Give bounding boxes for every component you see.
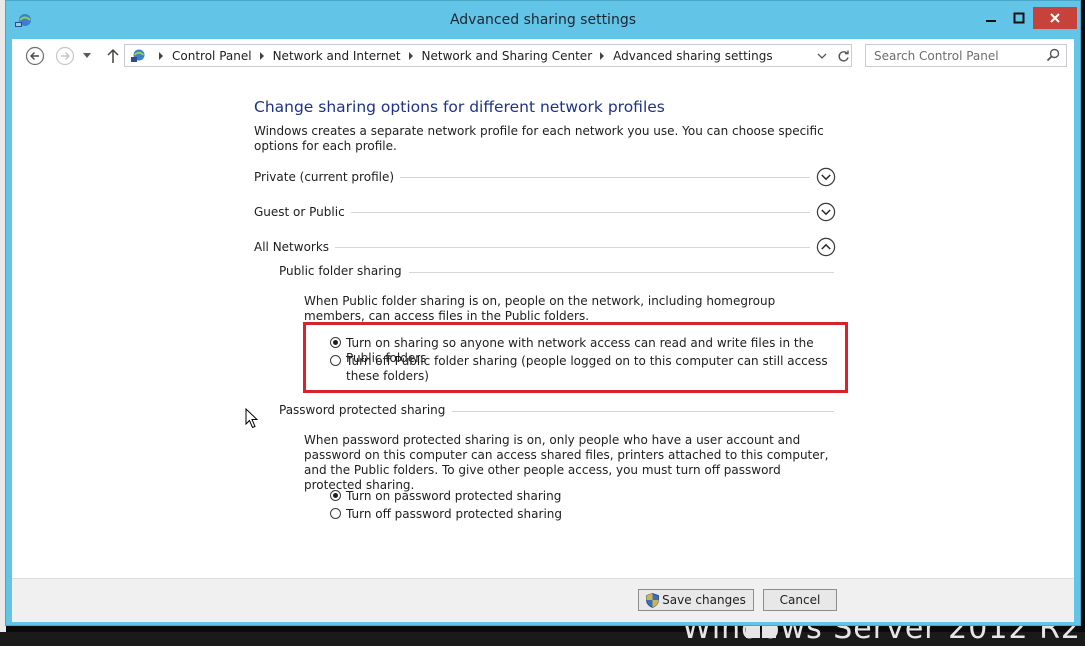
- up-button[interactable]: [102, 45, 124, 67]
- profile-section-guest-public[interactable]: Guest or Public: [254, 202, 836, 224]
- public-folder-sharing-description: When Public folder sharing is on, people…: [304, 294, 776, 323]
- minimize-button[interactable]: [978, 7, 1004, 29]
- recent-locations-button[interactable]: [80, 45, 94, 67]
- footer-bar: Save changes Cancel: [12, 578, 1074, 622]
- breadcrumb: Control Panel Network and Internet Netwo…: [151, 45, 773, 66]
- chevron-down-icon: [83, 53, 91, 58]
- password-sharing-on-option[interactable]: Turn on password protected sharing: [330, 489, 840, 504]
- password-sharing-on-label[interactable]: Turn on password protected sharing: [346, 489, 561, 504]
- refresh-button[interactable]: [835, 48, 851, 64]
- chevron-down-icon: [817, 53, 827, 59]
- page-title: Change sharing options for different net…: [254, 98, 665, 116]
- cancel-label: Cancel: [779, 593, 821, 607]
- profile-section-all-networks[interactable]: All Networks: [254, 237, 836, 259]
- password-sharing-on-radio[interactable]: [330, 490, 341, 501]
- window-title: Advanced sharing settings: [449, 12, 637, 28]
- section-divider: [254, 247, 810, 248]
- minimize-icon: [986, 20, 996, 22]
- maximize-button[interactable]: [1006, 7, 1032, 29]
- breadcrumb-control-panel[interactable]: Control Panel: [172, 49, 252, 63]
- close-icon: [1050, 13, 1060, 23]
- breadcrumb-separator-icon[interactable]: [259, 51, 264, 60]
- navigation-bar: Control Panel Network and Internet Netwo…: [12, 39, 1074, 74]
- expand-chevron-down-icon[interactable]: [816, 202, 836, 222]
- breadcrumb-separator-icon[interactable]: [408, 51, 413, 60]
- collapse-chevron-up-icon[interactable]: [816, 237, 836, 257]
- breadcrumb-separator-icon[interactable]: [159, 51, 163, 60]
- password-sharing-off-option[interactable]: Turn off password protected sharing: [330, 507, 840, 522]
- uac-shield-icon: [646, 592, 660, 608]
- annotation-highlight-box: [303, 322, 848, 393]
- cancel-button[interactable]: Cancel: [763, 589, 837, 611]
- title-bar[interactable]: Advanced sharing settings: [6, 1, 1080, 39]
- breadcrumb-network-and-sharing-center[interactable]: Network and Sharing Center: [422, 49, 593, 63]
- mouse-pointer-icon: [245, 408, 259, 429]
- breadcrumb-advanced-sharing-settings[interactable]: Advanced sharing settings: [613, 49, 772, 63]
- search-box[interactable]: [865, 44, 1067, 67]
- profile-label-all-networks: All Networks: [254, 240, 336, 254]
- save-changes-button[interactable]: Save changes: [638, 589, 754, 611]
- password-sharing-off-radio[interactable]: [330, 508, 341, 519]
- password-protected-sharing-title: Password protected sharing: [279, 403, 453, 417]
- password-sharing-off-label[interactable]: Turn off password protected sharing: [346, 507, 562, 522]
- close-button[interactable]: [1033, 7, 1077, 29]
- profile-section-private[interactable]: Private (current profile): [254, 167, 836, 189]
- address-dropdown-button[interactable]: [815, 48, 829, 64]
- public-folder-sharing-header: Public folder sharing: [279, 264, 834, 280]
- expand-chevron-down-icon[interactable]: [816, 167, 836, 187]
- public-folder-sharing-title: Public folder sharing: [279, 264, 409, 278]
- control-panel-icon: [131, 49, 145, 62]
- refresh-icon: [837, 50, 849, 61]
- search-icon[interactable]: [1046, 48, 1060, 62]
- back-arrow-icon: [25, 46, 45, 66]
- password-protected-sharing-description: When password protected sharing is on, o…: [304, 433, 829, 492]
- profile-label-guest-public: Guest or Public: [254, 205, 351, 219]
- password-protected-sharing-header: Password protected sharing: [279, 403, 834, 419]
- control-panel-window: Advanced sharing settings Control Panel …: [5, 0, 1081, 626]
- address-bar[interactable]: Control Panel Network and Internet Netwo…: [124, 44, 852, 67]
- maximize-icon: [1013, 12, 1025, 24]
- up-arrow-icon: [107, 48, 119, 63]
- page-description: Windows creates a separate network profi…: [254, 124, 824, 153]
- forward-arrow-icon: [55, 46, 75, 66]
- forward-button[interactable]: [54, 45, 76, 67]
- save-changes-label: Save changes: [662, 593, 746, 607]
- back-button[interactable]: [24, 45, 46, 67]
- search-input[interactable]: [866, 45, 1044, 66]
- breadcrumb-network-and-internet[interactable]: Network and Internet: [273, 49, 401, 63]
- profile-label-private: Private (current profile): [254, 170, 401, 184]
- breadcrumb-separator-icon[interactable]: [600, 51, 605, 60]
- content-pane: Change sharing options for different net…: [12, 74, 1074, 578]
